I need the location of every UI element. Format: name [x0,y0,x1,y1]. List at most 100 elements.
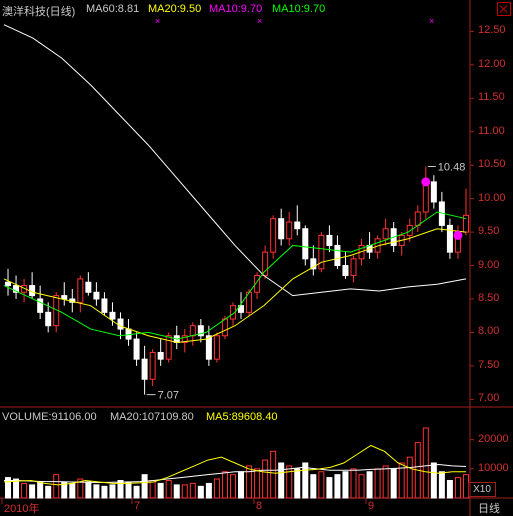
volume-bar [438,471,445,499]
low-label: 7.07 [158,390,179,402]
volume-bar [366,471,373,499]
signal-marker [453,230,463,240]
candle-body [221,318,228,337]
volume-bar [21,482,28,499]
volume-bar [165,480,172,499]
price-tick-label: 9.50 [478,225,500,238]
volume-bar [189,482,196,499]
event-mark: × [257,16,262,26]
event-mark: × [429,16,434,26]
candle-body [117,318,124,330]
volume-bar [149,480,156,499]
volume-bar [109,484,116,499]
candle-body [205,335,212,360]
volume-bar [125,481,132,499]
candle-body [61,295,68,300]
candle-body [414,211,421,226]
candle-body [382,228,389,240]
price-tick-label: 10.50 [478,158,506,171]
volume-bar [430,462,437,499]
volume-bar [270,450,277,499]
price-tick-label: 11.00 [478,124,505,137]
volume-bar [334,474,341,499]
candle-body [5,281,12,287]
volume-bar [181,484,188,499]
candle-body [270,218,277,253]
candle-body [109,311,116,320]
candle-body [77,278,84,303]
volume-bar [318,471,325,499]
candle-body [149,351,156,380]
candle-body [334,244,341,267]
candle-body [350,258,357,277]
price-tick-label: 7.00 [478,392,500,405]
volume-bar [197,485,204,499]
volume-bar [286,465,293,499]
volume-bar [238,471,245,499]
date-tick-label: 7 [134,500,141,512]
volume-bar [382,465,389,499]
high-marker [421,177,431,187]
date-tick-label: 2010年 [4,503,40,515]
candle-body [342,265,349,277]
volume-bar [101,485,108,499]
candle-body [446,224,453,253]
volume-bar [133,485,140,499]
candle-body [141,358,148,380]
volume-bar [358,474,365,499]
price-tick-label: 12.50 [478,24,506,37]
volume-bar [157,482,164,499]
candle-body [189,325,196,337]
volume-bar [326,477,333,499]
candle-body [157,351,164,360]
volume-bar [141,474,148,499]
candle-body [422,181,429,213]
volume-bar [310,474,317,499]
volume-bar [294,468,301,499]
ma-line-ma60 [3,24,467,297]
candle-body [286,221,293,240]
zoom-button[interactable]: X10 [468,482,496,497]
candle-body [93,291,100,300]
volume-bar [262,459,269,499]
volume-tick-label: 20000 [478,432,509,445]
volume-bar [350,468,357,499]
event-mark: × [155,16,160,26]
volume-bar [13,478,20,499]
date-tick-label: 8 [256,500,263,512]
price-tick-label: 9.00 [478,258,500,271]
candle-body [213,335,220,360]
volume-bar [246,465,253,499]
price-tick-label: 8.00 [478,325,500,338]
volume-bar [446,480,453,499]
volume-bar [93,484,100,499]
volume-bar [229,474,236,499]
volume-bar [37,481,44,499]
volume-bar [254,468,261,499]
volume-bar [53,474,60,499]
candle-body [133,338,140,360]
volume-bar [342,471,349,499]
candle-body [302,228,309,260]
candle-body [165,335,172,360]
period-label[interactable]: 日线 [478,500,500,516]
volume-bar [85,481,92,499]
volume-bar [221,471,228,499]
ma-line-ma10 [3,211,467,340]
price-tick-label: 12.00 [478,57,506,70]
candle-body [85,281,92,293]
candle-body [262,251,269,277]
price-tick-label: 11.50 [478,91,505,104]
kline-chart[interactable]: 10.48 7.07 × × × [0,0,513,516]
volume-bar [422,427,429,499]
candle-body [37,298,44,313]
candle-body [45,311,52,327]
volume-bar [205,482,212,499]
candle-body [430,181,437,203]
date-tick-label: 9 [368,500,375,512]
volume-bar [454,477,461,499]
volume-tick-label: 10000 [478,461,509,474]
volume-bar [406,456,413,499]
volume-bar [390,468,397,499]
candle-body [294,221,301,230]
